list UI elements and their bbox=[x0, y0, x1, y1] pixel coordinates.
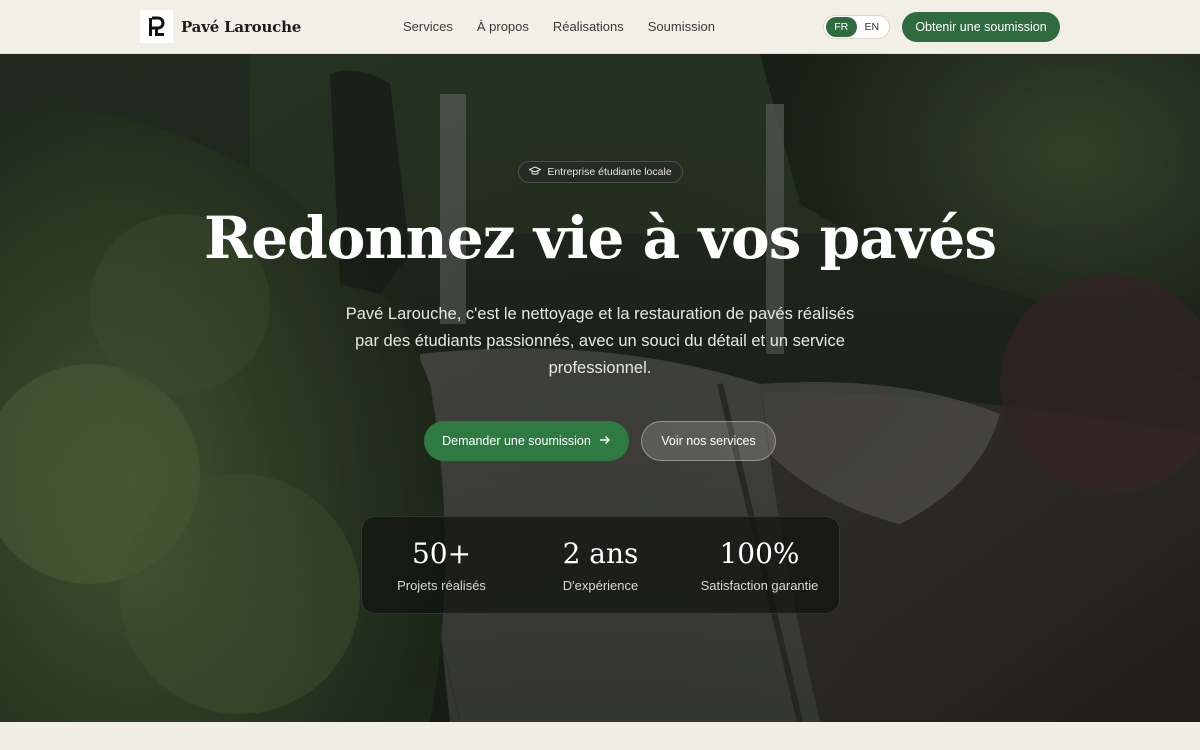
main-nav: Services À propos Réalisations Soumissio… bbox=[403, 19, 715, 34]
language-toggle: FR EN bbox=[823, 15, 890, 39]
brand-name: Pavé Larouche bbox=[181, 17, 302, 36]
nav-services[interactable]: Services bbox=[403, 19, 453, 34]
hero-title: Redonnez vie à vos pavés bbox=[204, 204, 997, 272]
stat-label: Projets réalisés bbox=[397, 578, 486, 593]
stat-value: 2 ans bbox=[562, 537, 639, 570]
stat-satisfaction: 100% Satisfaction garantie bbox=[680, 517, 839, 613]
view-services-button[interactable]: Voir nos services bbox=[641, 421, 776, 461]
brand[interactable]: Pavé Larouche bbox=[140, 10, 301, 43]
stat-experience: 2 ans D'expérience bbox=[521, 517, 680, 613]
nav-a-propos[interactable]: À propos bbox=[477, 19, 529, 34]
site-header: Pavé Larouche Services À propos Réalisat… bbox=[0, 0, 1200, 54]
lang-en-button[interactable]: EN bbox=[857, 17, 888, 37]
get-quote-button[interactable]: Obtenir une soumission bbox=[902, 12, 1060, 42]
graduation-cap-icon bbox=[528, 165, 543, 179]
hero-section: Entreprise étudiante locale Redonnez vie… bbox=[0, 54, 1200, 722]
request-quote-button[interactable]: Demander une soumission bbox=[424, 421, 629, 461]
student-business-badge: Entreprise étudiante locale bbox=[518, 161, 683, 183]
hero-subtitle: Pavé Larouche, c'est le nettoyage et la … bbox=[345, 305, 855, 377]
next-section-edge bbox=[0, 722, 1200, 750]
nav-soumission[interactable]: Soumission bbox=[648, 19, 715, 34]
stat-label: D'expérience bbox=[562, 578, 639, 593]
arrow-right-icon bbox=[599, 434, 611, 448]
nav-realisations[interactable]: Réalisations bbox=[553, 19, 624, 34]
stat-label: Satisfaction garantie bbox=[700, 578, 819, 593]
hero-overlay bbox=[0, 54, 1200, 722]
stat-value: 100% bbox=[719, 537, 800, 570]
stats-panel: 50+ Projets réalisés 2 ans D'expérience … bbox=[361, 516, 840, 614]
stat-projects: 50+ Projets réalisés bbox=[362, 517, 521, 613]
request-quote-label: Demander une soumission bbox=[442, 434, 591, 448]
lang-fr-button[interactable]: FR bbox=[826, 17, 857, 37]
stat-value: 50+ bbox=[411, 537, 472, 570]
pl-monogram-icon bbox=[140, 10, 173, 43]
badge-label: Entreprise étudiante locale bbox=[547, 166, 672, 178]
